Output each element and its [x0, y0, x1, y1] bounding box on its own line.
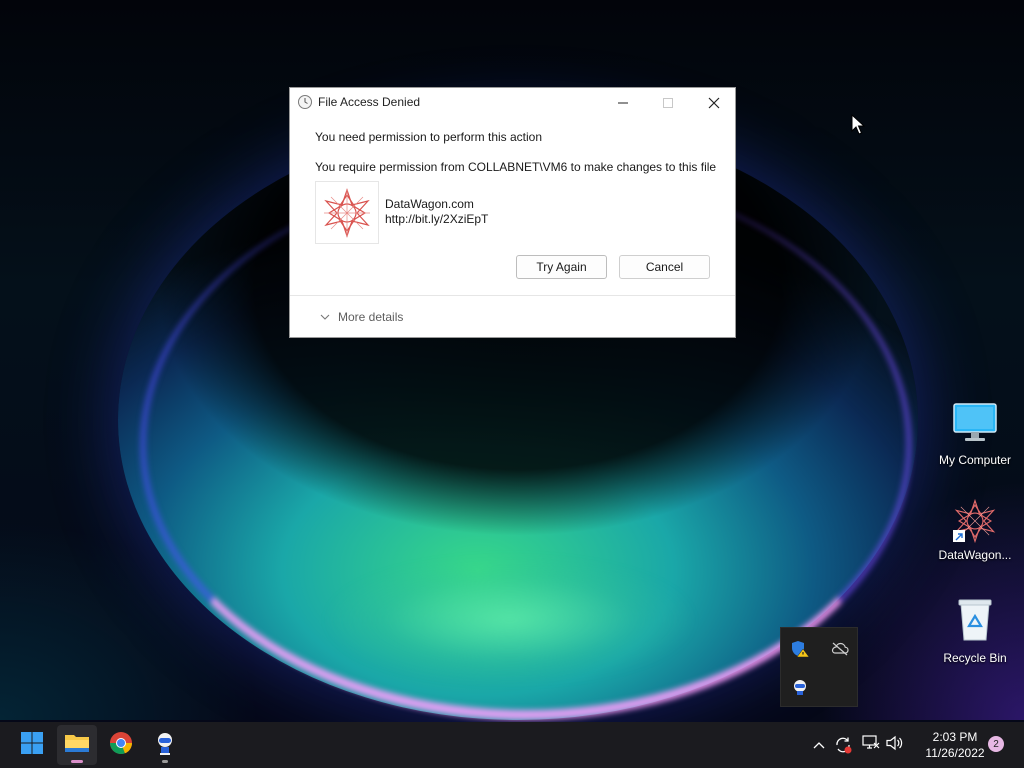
start-button[interactable]: [12, 725, 52, 765]
more-details-toggle[interactable]: More details: [320, 310, 403, 324]
app-url: http://bit.ly/2XziEpT: [385, 212, 489, 226]
dialog-divider: [290, 295, 735, 296]
clock-time: 2:03 PM: [932, 730, 978, 744]
taskbar-chrome[interactable]: [101, 725, 141, 765]
chevron-down-icon: [320, 310, 330, 324]
taskbar-file-explorer[interactable]: [57, 725, 97, 765]
datawagon-shortcut-icon: [951, 498, 999, 544]
volume-button[interactable]: [884, 722, 906, 768]
desktop-icon-recycle-bin[interactable]: Recycle Bin: [930, 596, 1020, 665]
start-icon: [20, 731, 44, 760]
taskbar: 2:03 PM 11/26/2022: [0, 722, 1024, 768]
taskbar-robot-app[interactable]: [145, 725, 185, 765]
permission-detail: You require permission from COLLABNET\VM…: [315, 160, 717, 174]
active-indicator: [71, 760, 83, 763]
windows-security-warning-icon[interactable]: [791, 640, 811, 663]
clock-icon: [297, 94, 313, 110]
close-button[interactable]: [691, 88, 736, 118]
recycle-bin-icon: [955, 596, 995, 647]
try-again-button[interactable]: Try Again: [516, 255, 607, 279]
running-indicator: [162, 760, 168, 763]
sync-error-icon: [834, 736, 852, 754]
chevron-up-icon: [813, 736, 825, 754]
desktop-icon-label: DataWagon...: [938, 548, 1012, 562]
clock-date: 11/26/2022: [925, 746, 985, 760]
desktop-icon-my-computer[interactable]: My Computer: [930, 402, 1020, 467]
app-icon: [315, 181, 379, 244]
robot-tray-icon[interactable]: [791, 678, 809, 701]
cancel-button[interactable]: Cancel: [619, 255, 710, 279]
dialog-titlebar[interactable]: File Access Denied: [290, 88, 735, 118]
notification-badge[interactable]: 2: [988, 736, 1004, 752]
volume-icon: [886, 735, 904, 756]
taskbar-clock[interactable]: 2:03 PM 11/26/2022: [912, 729, 998, 761]
show-hidden-icons-button[interactable]: [809, 722, 829, 768]
monitor-icon: [952, 402, 998, 449]
mouse-pointer-icon: [851, 113, 866, 141]
more-details-label: More details: [338, 310, 404, 324]
desktop-icon-label: Recycle Bin: [943, 651, 1007, 665]
wallpaper-bloom-glow: [330, 560, 690, 680]
network-button[interactable]: [860, 722, 882, 768]
shortcut-arrow-icon: [953, 530, 965, 542]
desktop-icon-datawagon[interactable]: DataWagon...: [930, 498, 1020, 562]
file-access-denied-dialog: File Access Denied You need permission t…: [289, 87, 736, 338]
app-name: DataWagon.com: [385, 197, 474, 211]
network-icon: [862, 734, 880, 756]
file-explorer-icon: [64, 732, 90, 759]
chrome-icon: [109, 731, 133, 760]
tray-overflow-flyout: [780, 627, 858, 707]
minimize-button[interactable]: [600, 88, 645, 118]
dialog-title: File Access Denied: [318, 95, 421, 109]
maximize-button[interactable]: [645, 88, 690, 118]
onedrive-offline-icon[interactable]: [831, 642, 849, 661]
permission-message: You need permission to perform this acti…: [315, 130, 543, 144]
robot-app-icon: [154, 731, 176, 760]
sync-status-button[interactable]: [832, 722, 854, 768]
desktop-icon-label: My Computer: [938, 453, 1012, 467]
